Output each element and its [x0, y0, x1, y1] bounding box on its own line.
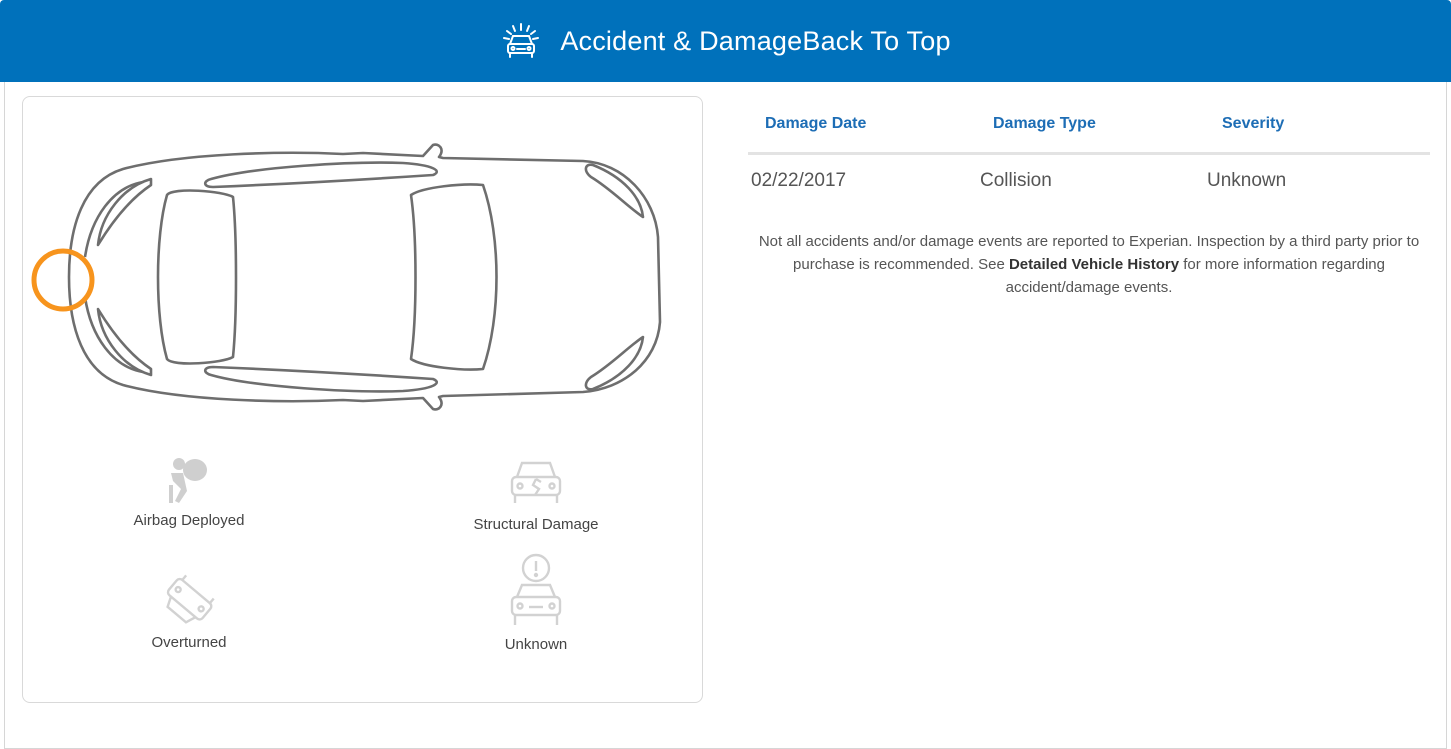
- car-top-view-diagram: [67, 143, 662, 411]
- table-header-row: Damage Date Damage Type Severity: [748, 96, 1430, 155]
- cell-severity: Unknown: [1207, 170, 1287, 191]
- disclaimer-note: Not all accidents and/or damage events a…: [748, 230, 1430, 299]
- structural-damage-icon: [510, 461, 562, 503]
- legend-airbag-label: Airbag Deployed: [133, 512, 245, 529]
- cell-damage-date: 02/22/2017: [751, 170, 847, 191]
- damage-marker: [31, 248, 95, 312]
- unknown-damage-icon: [510, 553, 562, 625]
- damage-table-layout: Damage Date Damage Type Severity 02/22/2…: [748, 96, 1430, 207]
- overturned-icon: [166, 574, 215, 624]
- section-title: Accident & DamageBack To Top: [560, 26, 950, 57]
- airbag-icon: [169, 458, 207, 503]
- legend-unknown-label: Unknown: [504, 636, 568, 653]
- title-text: Accident & Damage: [560, 25, 803, 56]
- legend-overturned: Overturned: [79, 571, 299, 651]
- legend-structural: Structural Damage: [426, 455, 646, 533]
- detailed-history-link[interactable]: Detailed Vehicle History: [1009, 256, 1179, 273]
- car-crash-icon: [500, 20, 542, 62]
- back-to-top-link[interactable]: Back To Top: [802, 26, 950, 56]
- section-header: Accident & DamageBack To Top: [0, 0, 1451, 82]
- header-damage-date: Damage Date: [765, 115, 867, 132]
- legend-structural-label: Structural Damage: [473, 516, 599, 533]
- legend-airbag: Airbag Deployed: [79, 451, 299, 529]
- table-row: 02/22/2017 Collision Unknown: [748, 155, 1430, 207]
- legend-unknown: Unknown: [426, 553, 646, 653]
- header-damage-type: Damage Type: [993, 115, 1096, 132]
- header-severity: Severity: [1222, 115, 1285, 132]
- vehicle-diagram-card: Airbag Deployed Structural Damage Overtu…: [22, 96, 703, 703]
- cell-damage-type: Collision: [980, 170, 1052, 191]
- legend-overturned-label: Overturned: [151, 634, 227, 651]
